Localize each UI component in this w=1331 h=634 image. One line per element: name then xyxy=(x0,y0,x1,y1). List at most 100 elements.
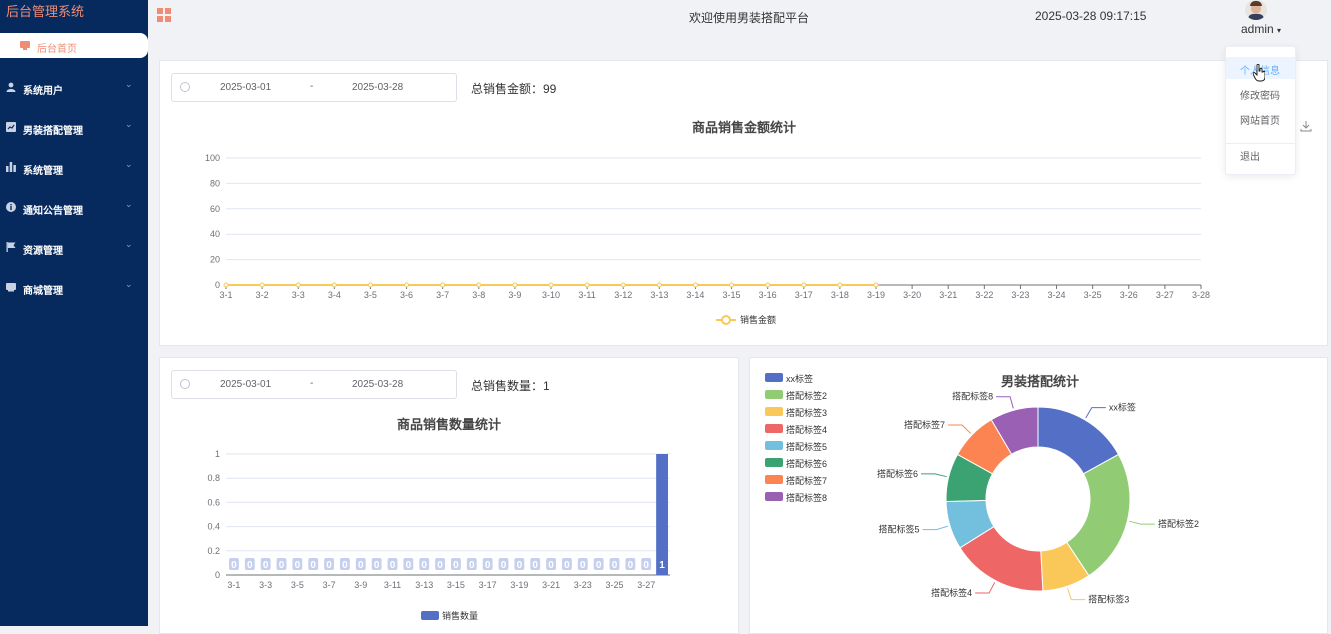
sidebar-item-label: 通知公告管理 xyxy=(23,206,83,217)
data-label: 0 xyxy=(295,560,301,571)
user-menu-trigger[interactable]: admin ▾ xyxy=(1241,22,1281,36)
sidebar-item-label: 男装搭配管理 xyxy=(23,126,83,137)
sidebar-item-notice[interactable]: 通知公告管理 ⌄ xyxy=(0,187,148,227)
sidebar-item-system-users[interactable]: 系统用户 ⌄ xyxy=(0,67,148,107)
legend-label: 搭配标签7 xyxy=(786,476,828,486)
x-tick-label: 3-3 xyxy=(259,580,272,590)
y-tick-label: 60 xyxy=(210,204,220,214)
pie-label-line xyxy=(922,525,949,531)
sidebar-item-shop[interactable]: 商城管理 ⌄ xyxy=(0,267,148,307)
data-label: 0 xyxy=(437,560,443,571)
x-tick-label: 3-2 xyxy=(256,290,269,300)
chevron-down-icon: ⌄ xyxy=(125,279,133,289)
grid-menu-icon[interactable] xyxy=(157,8,172,23)
pie-label: 搭配标签3 xyxy=(1088,594,1129,605)
date-end[interactable]: 2025-03-28 xyxy=(352,379,403,390)
legend-label: xx标签 xyxy=(786,374,814,384)
data-label: 1 xyxy=(659,560,665,571)
sidebar-item-label: 系统用户 xyxy=(23,86,63,97)
data-point xyxy=(331,282,337,288)
legend-label: 搭配标签3 xyxy=(786,408,828,418)
top-bar: 欢迎使用男装搭配平台 2025-03-28 09:17:15 admin ▾ xyxy=(148,0,1331,58)
y-tick-label: 1 xyxy=(215,449,220,459)
legend-swatch xyxy=(765,458,783,467)
pie-label-line xyxy=(996,396,1014,409)
menu-item-logout[interactable]: 退出 xyxy=(1226,143,1295,165)
download-icon[interactable] xyxy=(1300,120,1312,132)
legend-swatch xyxy=(765,390,783,399)
legend-swatch xyxy=(765,373,783,382)
data-label: 0 xyxy=(279,560,285,571)
y-tick-label: 40 xyxy=(210,229,220,239)
user-icon xyxy=(6,82,16,92)
date-range-picker[interactable]: 2025-03-01 - 2025-03-28 xyxy=(171,370,457,399)
date-range-picker[interactable]: 2025-03-01 - 2025-03-28 xyxy=(171,73,457,102)
sidebar-item-system[interactable]: 系统管理 ⌄ xyxy=(0,147,148,187)
x-tick-label: 3-18 xyxy=(831,290,849,300)
data-point xyxy=(873,282,879,288)
x-tick-label: 3-25 xyxy=(1084,290,1102,300)
x-tick-label: 3-21 xyxy=(542,580,560,590)
data-label: 0 xyxy=(390,560,396,571)
sales-amount-line-chart: 0 20 40 60 80 100 3-1 3-2 3-3 3-4 3-5 3-6 3-7 3-8 3-9 3… xyxy=(205,153,1210,325)
bar-chart-icon xyxy=(6,162,16,172)
y-tick-label: 0 xyxy=(215,280,220,290)
x-tick-label: 3-5 xyxy=(364,290,377,300)
data-point xyxy=(548,282,554,288)
x-tick-label: 3-17 xyxy=(795,290,813,300)
chart-title: 商品销售金额统计 xyxy=(692,120,797,135)
date-end[interactable]: 2025-03-28 xyxy=(352,82,403,93)
chevron-down-icon: ⌄ xyxy=(125,239,133,249)
x-tick-label: 3-8 xyxy=(472,290,485,300)
sidebar-item-resource[interactable]: 资源管理 ⌄ xyxy=(0,227,148,267)
x-tick-label: 3-21 xyxy=(939,290,957,300)
menu-item-change-password[interactable]: 修改密码 xyxy=(1226,82,1295,104)
sales-qty-bar-chart: 0 0.2 0.4 0.6 0.8 1 3-1 3-3 3-5 3-7 3-9 3-11 3-13 3-1… xyxy=(207,449,670,621)
x-tick-label: 3-9 xyxy=(354,580,367,590)
data-label: 0 xyxy=(548,560,554,571)
x-tick-label: 3-3 xyxy=(292,290,305,300)
chevron-down-icon: ⌄ xyxy=(125,199,133,209)
legend-swatch xyxy=(765,441,783,450)
menu-item-site-home[interactable]: 网站首页 xyxy=(1226,107,1295,129)
x-tick-label: 3-24 xyxy=(1048,290,1066,300)
pie-label-line xyxy=(948,424,972,434)
x-tick-label: 3-13 xyxy=(650,290,668,300)
x-tick-label: 3-15 xyxy=(447,580,465,590)
pie-label: xx标签 xyxy=(1109,402,1136,413)
x-tick-label: 3-20 xyxy=(903,290,921,300)
bar xyxy=(656,454,668,575)
data-label: 0 xyxy=(517,560,523,571)
data-label: 0 xyxy=(406,560,412,571)
x-tick-label: 3-4 xyxy=(328,290,341,300)
legend-marker xyxy=(721,315,731,325)
data-label: 0 xyxy=(564,560,570,571)
chevron-down-icon: ⌄ xyxy=(125,79,133,89)
legend-label: 搭配标签6 xyxy=(786,459,828,469)
legend-swatch xyxy=(421,611,439,620)
date-start[interactable]: 2025-03-01 xyxy=(220,82,271,93)
x-tick-label: 3-11 xyxy=(578,290,595,300)
x-tick-label: 3-28 xyxy=(1192,290,1210,300)
avatar[interactable] xyxy=(1245,0,1267,20)
x-tick-label: 3-27 xyxy=(637,580,655,590)
clock-icon xyxy=(180,82,190,92)
date-start[interactable]: 2025-03-01 xyxy=(220,379,271,390)
date-separator: - xyxy=(310,81,314,92)
legend-label: 销售金额 xyxy=(740,314,776,325)
legend-swatch xyxy=(765,424,783,433)
legend-label: 搭配标签8 xyxy=(786,493,828,503)
current-datetime: 2025-03-28 09:17:15 xyxy=(1035,9,1147,23)
total-sales-qty: 总销售数量：1 xyxy=(471,379,550,393)
data-point xyxy=(476,282,482,288)
data-label: 0 xyxy=(310,560,316,571)
pie-label-line xyxy=(921,473,947,478)
chevron-down-icon: ⌄ xyxy=(125,119,133,129)
sidebar-item-outfit[interactable]: 男装搭配管理 ⌄ xyxy=(0,107,148,147)
info-icon xyxy=(6,202,16,212)
home-tab[interactable]: 后台首页 xyxy=(0,33,148,58)
pie-label-line xyxy=(1067,588,1086,601)
data-point xyxy=(620,282,626,288)
legend-label: 销售数量 xyxy=(442,610,478,621)
x-tick-label: 3-7 xyxy=(436,290,449,300)
